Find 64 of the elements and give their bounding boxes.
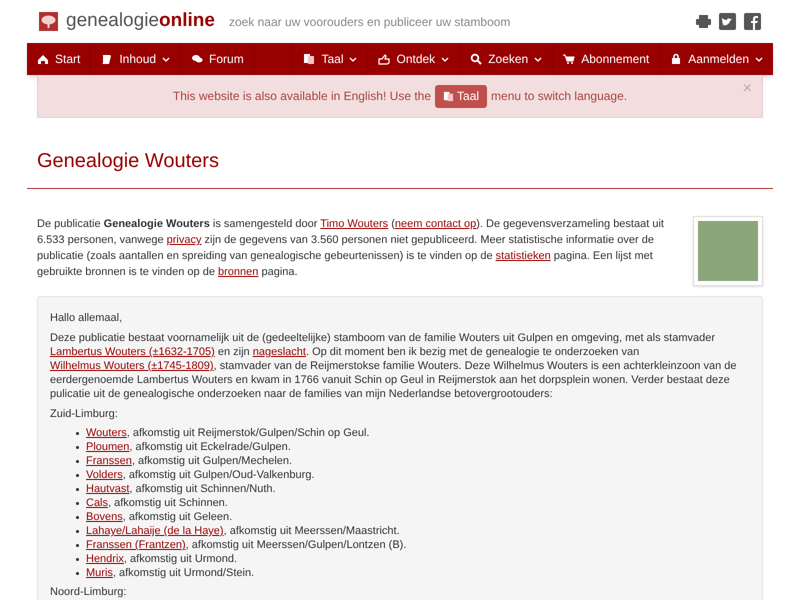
text-link[interactable]: privacy: [166, 234, 202, 246]
bullet-icon: [76, 432, 79, 434]
text-link[interactable]: nageslacht: [252, 346, 306, 358]
text-link[interactable]: neem contact op: [394, 218, 476, 230]
bullet-icon: [76, 474, 79, 476]
home-icon: [37, 53, 49, 65]
translate-icon: [443, 90, 454, 102]
bullet-icon: [76, 558, 79, 560]
text-link[interactable]: Lahaye/Lahaije (de la Haye): [86, 524, 224, 538]
language-button[interactable]: Taal: [435, 84, 488, 108]
text-link[interactable]: Muris: [86, 566, 113, 580]
intro-paragraph: De publicatie Genealogie Wouters is samengesteld door Timo Wouters (neem contact op). De gegevensverzameling bestaat uit 6.533 personen, vanwege privacy zijn de gegevens van 3.560 personen niet gepubliceerd. Meer statistische informatie over de publicatie (zoals aantallen en spreiding van genealogische gebeurtenissen) is te vinden op de statistieken pagina. Een lijst met gebruikte bronnen is te vinden op de bronnen pagina.: [37, 217, 665, 280]
text-link[interactable]: Franssen (Frantzen): [86, 538, 186, 552]
bullet-icon: [76, 460, 79, 462]
bullet-icon: [76, 530, 79, 532]
family-item: Franssen (Frantzen), afkomstig uit Meerssen/Gulpen/Lontzen (B).: [76, 538, 750, 552]
family-item: Wouters, afkomstig uit Reijmerstok/Gulpen/Schin op Geul.: [76, 426, 750, 440]
bullet-icon: [76, 516, 79, 518]
family-item: Volders, afkomstig uit Gulpen/Oud-Valkenburg.: [76, 468, 750, 482]
speech-bubbles-icon: [191, 53, 204, 65]
bullet-icon: [76, 446, 79, 448]
text-link[interactable]: Franssen: [86, 454, 132, 468]
lock-icon: [670, 53, 682, 65]
text-link[interactable]: Cals: [86, 496, 108, 510]
text-link[interactable]: Hendrix: [86, 552, 124, 566]
text-link[interactable]: Hautvast: [86, 482, 130, 496]
text-link[interactable]: Lambertus Wouters (±1632-1705): [50, 346, 215, 358]
book-icon: [101, 53, 114, 65]
translate-icon: [303, 53, 316, 65]
bullet-icon: [76, 488, 79, 490]
facebook-icon[interactable]: [744, 13, 761, 30]
bullet-icon: [76, 544, 79, 546]
search-icon: [470, 53, 482, 65]
text-link[interactable]: Bovens: [86, 510, 123, 524]
family-item: Franssen, afkomstig uit Gulpen/Mechelen.: [76, 454, 750, 468]
twitter-icon[interactable]: [719, 13, 736, 30]
description-paragraph: Deze publicatie bestaat voornamelijk uit de (gedeeltelijke) stamboom van de familie Wouters uit Gulpen en omgeving, met als stamvader Lambertus Wouters (±1632-1705) en zijn nageslacht. Op dit moment ben ik bezig met de genealogie te onderzoeken van Wilhelmus Wouters (±1745-1809), stamvader van de Reijmerstokse familie Wouters. Deze Wilhelmus Wouters is een achterkleinzoon van de eerdergenoemde Lambertus Wouters en kwam in 1766 vanuit Schin op Geul in Reijmerstok aan het dorpsplein wonen. Verder bestaat deze pulicatie uit de genealogische onderzoeken naar de families van mijn Nederlandse betovergrootouders:: [50, 331, 738, 401]
cart-icon: [563, 53, 576, 65]
family-item: Hautvast, afkomstig uit Schinnen/Nuth.: [76, 482, 750, 496]
bullet-icon: [76, 502, 79, 504]
site-logo[interactable]: genealogieonline: [66, 7, 215, 36]
tree-logo-icon[interactable]: [39, 12, 58, 31]
alert-text: This website is also available in English! Use the: [172, 88, 432, 105]
pointing-hand-icon: [378, 53, 390, 65]
text-link[interactable]: Wilhelmus Wouters (±1745-1809): [50, 360, 214, 372]
alert-text: menu to switch language.: [491, 88, 628, 105]
text-link[interactable]: Timo Wouters: [320, 218, 388, 230]
bullet-icon: [76, 572, 79, 574]
tagline: zoek naar uw voorouders en publiceer uw stamboom: [228, 14, 510, 30]
page-title: Genealogie Wouters: [37, 149, 220, 174]
text-link[interactable]: Volders: [86, 468, 123, 482]
text-link[interactable]: bronnen: [218, 266, 258, 278]
family-item: Cals, afkomstig uit Schinnen.: [76, 496, 750, 510]
family-item: Hendrix, afkomstig uit Urmond.: [76, 552, 750, 566]
family-item: Bovens, afkomstig uit Geleen.: [76, 510, 750, 524]
text-link[interactable]: statistieken: [496, 250, 551, 262]
text-link[interactable]: Ploumen: [86, 440, 130, 454]
text-link[interactable]: Wouters: [86, 426, 127, 440]
greeting-text: Hallo allemaal,: [50, 311, 124, 325]
region-heading: Zuid-Limburg:: [50, 407, 119, 421]
family-item: Muris, afkomstig uit Urmond/Stein.: [76, 566, 750, 580]
region-heading: Noord-Limburg:: [50, 585, 128, 599]
family-item: Ploumen, afkomstig uit Eckelrade/Gulpen.: [76, 440, 750, 454]
family-item: Lahaye/Lahaije (de la Haye), afkomstig uit Meerssen/Maastricht.: [76, 524, 750, 538]
